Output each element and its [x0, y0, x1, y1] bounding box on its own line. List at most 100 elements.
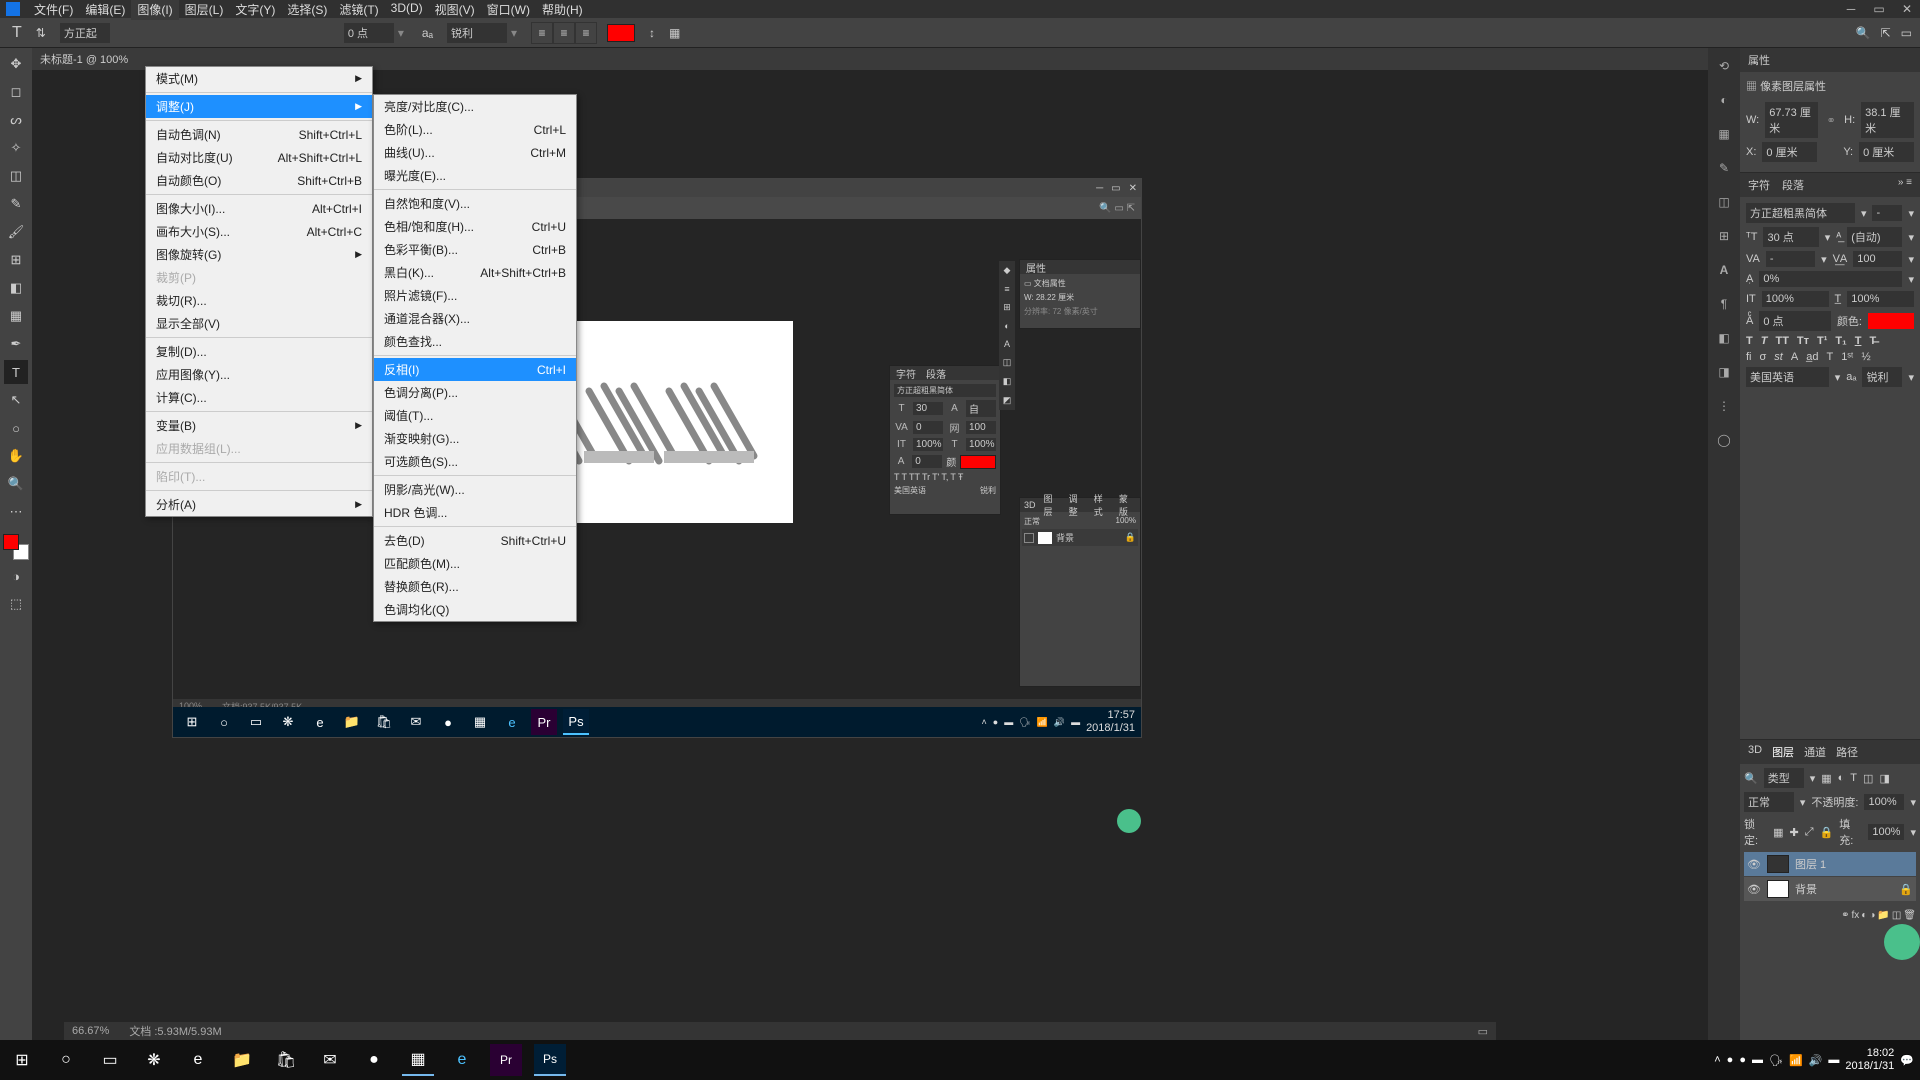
filter-adj-icon[interactable]: ◐ — [1838, 772, 1845, 784]
store-icon[interactable]: 🛍 — [270, 1044, 302, 1076]
wifi-icon[interactable]: 📶 — [1789, 1054, 1803, 1067]
hand-tool[interactable]: ✋ — [4, 444, 28, 468]
tab-图层[interactable]: 图层 — [1772, 744, 1794, 760]
taskview-icon[interactable]: ▭ — [94, 1044, 126, 1076]
minimize-button[interactable]: ─ — [1844, 3, 1858, 15]
filter-smart-icon[interactable]: ◨ — [1879, 772, 1889, 785]
menu-文件[interactable]: 文件(F) — [28, 0, 79, 20]
share-icon[interactable]: ⇱ — [1881, 26, 1891, 40]
lasso-tool[interactable]: ᔕ — [4, 108, 28, 132]
align-center-button[interactable]: ≡ — [553, 22, 575, 44]
edge-icon[interactable]: e — [182, 1044, 214, 1076]
gradient-tool[interactable]: ▦ — [4, 304, 28, 328]
anti-alias[interactable]: 锐利 — [1862, 367, 1902, 387]
nested-para-tab[interactable]: 段落 — [926, 366, 946, 381]
warp-text-icon[interactable]: ↕ — [649, 26, 655, 40]
menuitem-分析[interactable]: 分析(A)▶ — [146, 493, 372, 516]
menuitem-自然饱和度[interactable]: 自然饱和度(V)... — [374, 192, 576, 215]
mask-mode-icon[interactable]: ◑ — [4, 564, 28, 588]
vscale[interactable]: 100% — [1762, 291, 1829, 307]
layer-filter[interactable]: 类型 — [1764, 768, 1804, 788]
color-icon[interactable]: ◐ — [1714, 90, 1734, 110]
lock-move-icon[interactable]: ⤢ — [1805, 826, 1814, 839]
history-icon[interactable]: ⟲ — [1714, 56, 1734, 76]
menuitem-应用图像[interactable]: 应用图像(Y)... — [146, 363, 372, 386]
layer-图层 1[interactable]: 👁图层 1 — [1744, 852, 1916, 876]
menuitem-阴影/高光[interactable]: 阴影/高光(W)... — [374, 478, 576, 501]
menuitem-替换颜色[interactable]: 替换颜色(R)... — [374, 575, 576, 598]
wand-tool[interactable]: ✧ — [4, 136, 28, 160]
font-family-field[interactable]: 方正起 — [60, 23, 110, 43]
explorer-icon[interactable]: 📁 — [226, 1044, 258, 1076]
menuitem-曲线[interactable]: 曲线(U)...Ctrl+M — [374, 141, 576, 164]
app2-icon[interactable]: ▦ — [402, 1044, 434, 1076]
menuitem-色相/饱和度[interactable]: 色相/饱和度(H)...Ctrl+U — [374, 215, 576, 238]
font-size-field[interactable]: 0 点 — [344, 23, 394, 43]
menuitem-显示全部[interactable]: 显示全部(V) — [146, 312, 372, 335]
edge2-icon[interactable]: e — [446, 1044, 478, 1076]
fi-lig-icon[interactable]: fi — [1746, 351, 1752, 363]
battery-icon[interactable]: ▬ — [1752, 1054, 1763, 1066]
tab-3D[interactable]: 3D — [1748, 744, 1762, 760]
menu-图像[interactable]: 图像(I) — [131, 0, 178, 20]
crop-tool[interactable]: ◫ — [4, 164, 28, 188]
x-field[interactable]: 0 厘米 — [1762, 142, 1817, 162]
menuitem-匹配颜色[interactable]: 匹配颜色(M)... — [374, 552, 576, 575]
more-icon[interactable]: ⋮ — [1714, 396, 1734, 416]
fx-icon[interactable]: fx — [1852, 910, 1860, 921]
menuitem-自动色调[interactable]: 自动色调(N)Shift+Ctrl+L — [146, 123, 372, 146]
menuitem-图像旋转[interactable]: 图像旋转(G)▶ — [146, 243, 372, 266]
more-tool[interactable]: ⋯ — [4, 500, 28, 524]
workspace-icon[interactable]: ▭ — [1901, 26, 1912, 40]
properties-tab[interactable]: 属性 — [1740, 48, 1920, 72]
strike-button[interactable]: T̶ — [1869, 335, 1876, 347]
font-style[interactable]: - — [1872, 205, 1902, 221]
visibility-icon[interactable]: 👁 — [1747, 883, 1761, 896]
type-tool[interactable]: T — [4, 360, 28, 384]
font-size[interactable]: 30 点 — [1763, 227, 1818, 247]
underline-button[interactable]: T — [1855, 335, 1862, 347]
menu-帮助[interactable]: 帮助(H) — [536, 0, 589, 20]
menuitem-照片滤镜[interactable]: 照片滤镜(F)... — [374, 284, 576, 307]
tracking[interactable]: 100 — [1853, 251, 1902, 267]
char-style-icon[interactable]: ◧ — [1714, 328, 1734, 348]
menuitem-黑白[interactable]: 黑白(K)...Alt+Shift+Ctrl+B — [374, 261, 576, 284]
zoom-tool[interactable]: 🔍 — [4, 472, 28, 496]
tab-路径[interactable]: 路径 — [1836, 744, 1858, 760]
anti-alias-field[interactable]: 锐利 — [447, 23, 507, 43]
close-button[interactable]: ✕ — [1900, 3, 1914, 15]
lock-pos-icon[interactable]: ✚ — [1790, 826, 1799, 839]
move-tool[interactable]: ✥ — [4, 52, 28, 76]
character-tab[interactable]: 字符 — [1748, 177, 1770, 193]
hscale[interactable]: 100% — [1847, 291, 1914, 307]
new-layer-icon[interactable]: ◫ — [1892, 910, 1901, 921]
opacity[interactable]: 100% — [1864, 794, 1904, 810]
align-left-button[interactable]: ≡ — [531, 22, 553, 44]
text-color-swatch[interactable] — [607, 24, 635, 42]
maximize-button[interactable]: ▭ — [1872, 3, 1886, 15]
menuitem-颜色查找[interactable]: 颜色查找... — [374, 330, 576, 353]
brush-tool[interactable]: 🖌 — [4, 220, 28, 244]
tray-icon1[interactable]: ● — [1727, 1054, 1734, 1066]
paragraph-tab[interactable]: 段落 — [1782, 177, 1804, 193]
link-icon[interactable]: ⚭ — [1824, 113, 1838, 127]
allcaps-button[interactable]: TT — [1775, 335, 1788, 347]
start-button[interactable]: ⊞ — [6, 1044, 38, 1076]
paragraph-icon[interactable]: ¶ — [1714, 294, 1734, 314]
menuitem-裁切[interactable]: 裁切(R)... — [146, 289, 372, 312]
group-icon[interactable]: 📁 — [1877, 910, 1889, 921]
visibility-icon[interactable] — [1024, 533, 1034, 543]
font-family[interactable]: 方正超粗黑简体 — [1746, 203, 1855, 223]
language[interactable]: 美国英语 — [1746, 367, 1829, 387]
eraser-tool[interactable]: ◧ — [4, 276, 28, 300]
menu-编辑[interactable]: 编辑(E) — [79, 0, 131, 20]
ime-icon[interactable]: 🗣 — [1769, 1054, 1783, 1067]
screen-mode-icon[interactable]: ⬚ — [4, 592, 28, 616]
subscript-button[interactable]: T₁ — [1835, 335, 1846, 347]
menuitem-调整[interactable]: 调整(J)▶ — [146, 95, 372, 118]
menuitem-计算[interactable]: 计算(C)... — [146, 386, 372, 409]
notifications-icon[interactable]: 💬 — [1900, 1054, 1914, 1067]
menuitem-自动对比度[interactable]: 自动对比度(U)Alt+Shift+Ctrl+L — [146, 146, 372, 169]
char-color-swatch[interactable] — [1868, 313, 1914, 329]
menuitem-图像大小[interactable]: 图像大小(I)...Alt+Ctrl+I — [146, 197, 372, 220]
